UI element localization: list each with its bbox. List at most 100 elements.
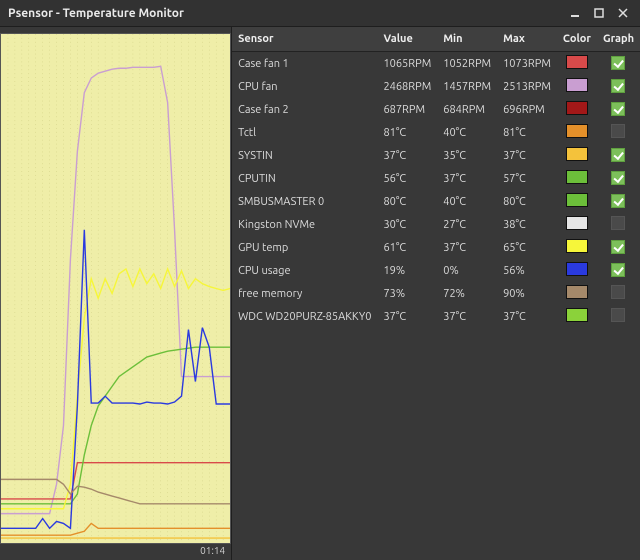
sensor-color-cell[interactable] bbox=[557, 190, 597, 213]
sensor-color-cell[interactable] bbox=[557, 75, 597, 98]
color-swatch[interactable] bbox=[566, 308, 588, 322]
sensor-graph-cell[interactable] bbox=[597, 259, 640, 282]
sensor-value: 73% bbox=[377, 282, 437, 305]
sensor-color-cell[interactable] bbox=[557, 213, 597, 236]
time-axis-end: 01:14 bbox=[200, 545, 225, 556]
sensor-value: 30°C bbox=[377, 213, 437, 236]
sensor-color-cell[interactable] bbox=[557, 52, 597, 76]
sensor-name: free memory bbox=[232, 282, 377, 305]
window-title: Psensor - Temperature Monitor bbox=[8, 7, 184, 20]
sensor-graph-cell[interactable] bbox=[597, 121, 640, 144]
sensor-name: Case fan 1 bbox=[232, 52, 377, 76]
color-swatch[interactable] bbox=[566, 55, 588, 69]
graph-checkbox[interactable] bbox=[611, 124, 625, 138]
color-swatch[interactable] bbox=[566, 216, 588, 230]
table-row[interactable]: Case fan 11065RPM1052RPM1073RPM bbox=[232, 52, 640, 76]
col-value[interactable]: Value bbox=[377, 27, 437, 52]
col-sensor[interactable]: Sensor bbox=[232, 27, 377, 52]
sensor-graph-cell[interactable] bbox=[597, 75, 640, 98]
col-min[interactable]: Min bbox=[437, 27, 497, 52]
color-swatch[interactable] bbox=[566, 147, 588, 161]
titlebar: Psensor - Temperature Monitor bbox=[0, 0, 640, 26]
graph-checkbox[interactable] bbox=[611, 308, 625, 322]
sensor-max: 2513RPM bbox=[497, 75, 557, 98]
graph-checkbox[interactable] bbox=[611, 171, 625, 185]
sensor-color-cell[interactable] bbox=[557, 98, 597, 121]
sensor-min: 0% bbox=[437, 259, 497, 282]
minimize-button[interactable] bbox=[566, 4, 584, 22]
sensor-graph-cell[interactable] bbox=[597, 52, 640, 76]
graph-checkbox[interactable] bbox=[611, 263, 625, 277]
sensor-max: 56% bbox=[497, 259, 557, 282]
sensor-graph-cell[interactable] bbox=[597, 144, 640, 167]
color-swatch[interactable] bbox=[566, 78, 588, 92]
main-content: 01:14 Sensor Value Min Max Color Graph C… bbox=[0, 26, 640, 560]
sensor-min: 37°C bbox=[437, 167, 497, 190]
graph-checkbox[interactable] bbox=[611, 216, 625, 230]
sensor-color-cell[interactable] bbox=[557, 236, 597, 259]
color-swatch[interactable] bbox=[566, 193, 588, 207]
sensor-min: 40°C bbox=[437, 121, 497, 144]
sensor-min: 1457RPM bbox=[437, 75, 497, 98]
graph-checkbox[interactable] bbox=[611, 194, 625, 208]
color-swatch[interactable] bbox=[566, 101, 588, 115]
sensor-value: 1065RPM bbox=[377, 52, 437, 76]
sensor-name: Case fan 2 bbox=[232, 98, 377, 121]
sensor-min: 37°C bbox=[437, 305, 497, 328]
col-max[interactable]: Max bbox=[497, 27, 557, 52]
sensor-color-cell[interactable] bbox=[557, 167, 597, 190]
maximize-button[interactable] bbox=[590, 4, 608, 22]
chart-pane: 01:14 bbox=[0, 27, 232, 560]
chart-series bbox=[1, 66, 230, 513]
sensor-graph-cell[interactable] bbox=[597, 236, 640, 259]
sensor-max: 38°C bbox=[497, 213, 557, 236]
color-swatch[interactable] bbox=[566, 285, 588, 299]
sensor-min: 27°C bbox=[437, 213, 497, 236]
sensor-table-pane: Sensor Value Min Max Color Graph Case fa… bbox=[232, 27, 640, 560]
sensor-graph-cell[interactable] bbox=[597, 98, 640, 121]
sensor-graph-cell[interactable] bbox=[597, 305, 640, 328]
sensor-graph-cell[interactable] bbox=[597, 190, 640, 213]
sensor-max: 65°C bbox=[497, 236, 557, 259]
color-swatch[interactable] bbox=[566, 239, 588, 253]
table-row[interactable]: SMBUSMASTER 080°C40°C80°C bbox=[232, 190, 640, 213]
table-row[interactable]: SYSTIN37°C35°C37°C bbox=[232, 144, 640, 167]
sensor-value: 687RPM bbox=[377, 98, 437, 121]
sensor-name: CPUTIN bbox=[232, 167, 377, 190]
sensor-name: CPU usage bbox=[232, 259, 377, 282]
table-row[interactable]: CPU fan2468RPM1457RPM2513RPM bbox=[232, 75, 640, 98]
sensor-graph-cell[interactable] bbox=[597, 167, 640, 190]
sensor-color-cell[interactable] bbox=[557, 259, 597, 282]
col-color[interactable]: Color bbox=[557, 27, 597, 52]
graph-checkbox[interactable] bbox=[611, 56, 625, 70]
table-row[interactable]: Tctl81°C40°C81°C bbox=[232, 121, 640, 144]
graph-checkbox[interactable] bbox=[611, 285, 625, 299]
chart-plot[interactable] bbox=[0, 33, 231, 544]
table-row[interactable]: WDC WD20PURZ-85AKKY037°C37°C37°C bbox=[232, 305, 640, 328]
graph-checkbox[interactable] bbox=[611, 240, 625, 254]
color-swatch[interactable] bbox=[566, 124, 588, 138]
graph-checkbox[interactable] bbox=[611, 102, 625, 116]
col-graph[interactable]: Graph bbox=[597, 27, 640, 52]
table-row[interactable]: Case fan 2687RPM684RPM696RPM bbox=[232, 98, 640, 121]
close-button[interactable] bbox=[614, 4, 632, 22]
sensor-color-cell[interactable] bbox=[557, 121, 597, 144]
table-row[interactable]: CPUTIN56°C37°C57°C bbox=[232, 167, 640, 190]
color-swatch[interactable] bbox=[566, 262, 588, 276]
graph-checkbox[interactable] bbox=[611, 148, 625, 162]
sensor-graph-cell[interactable] bbox=[597, 213, 640, 236]
sensor-graph-cell[interactable] bbox=[597, 282, 640, 305]
table-row[interactable]: GPU temp61°C37°C65°C bbox=[232, 236, 640, 259]
graph-checkbox[interactable] bbox=[611, 79, 625, 93]
sensor-name: Kingston NVMe bbox=[232, 213, 377, 236]
table-row[interactable]: CPU usage19%0%56% bbox=[232, 259, 640, 282]
sensor-color-cell[interactable] bbox=[557, 144, 597, 167]
sensor-color-cell[interactable] bbox=[557, 282, 597, 305]
sensor-value: 19% bbox=[377, 259, 437, 282]
color-swatch[interactable] bbox=[566, 170, 588, 184]
chart-series bbox=[1, 463, 230, 499]
table-row[interactable]: free memory73%72%90% bbox=[232, 282, 640, 305]
table-row[interactable]: Kingston NVMe30°C27°C38°C bbox=[232, 213, 640, 236]
sensor-color-cell[interactable] bbox=[557, 305, 597, 328]
sensor-max: 37°C bbox=[497, 305, 557, 328]
